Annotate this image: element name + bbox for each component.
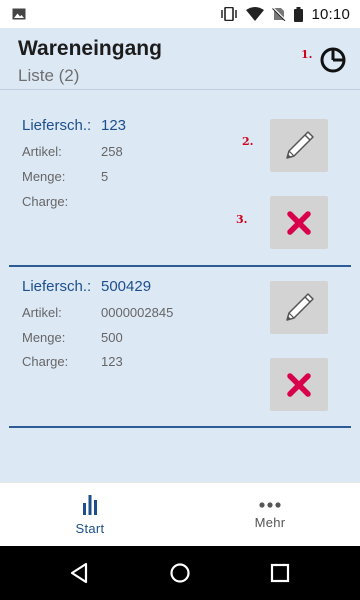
image-icon bbox=[12, 8, 26, 20]
nav-start[interactable]: Start bbox=[0, 483, 180, 547]
home-icon[interactable] bbox=[168, 561, 192, 585]
edit-button[interactable] bbox=[270, 119, 328, 172]
edit-button[interactable] bbox=[270, 281, 328, 334]
nav-mehr-label: Mehr bbox=[254, 514, 286, 530]
wifi-icon bbox=[246, 7, 265, 21]
status-bar: 10:10 bbox=[0, 0, 360, 28]
list-item: Liefersch.: 500429 Artikel: 0000002845 M… bbox=[0, 268, 360, 433]
annotation-2: 2. bbox=[242, 135, 254, 148]
system-nav-bar bbox=[0, 546, 360, 600]
menge-label: Menge: bbox=[22, 330, 66, 345]
pencil-icon bbox=[286, 292, 314, 321]
nav-start-label: Start bbox=[75, 520, 105, 536]
annotation-1: 1. bbox=[301, 48, 313, 61]
artikel-value: 0000002845 bbox=[101, 305, 174, 320]
pie-chart-icon[interactable] bbox=[318, 45, 348, 75]
artikel-label: Artikel: bbox=[22, 144, 62, 159]
clock: 10:10 bbox=[311, 5, 350, 23]
back-icon[interactable] bbox=[68, 561, 92, 585]
delivery-list: Liefersch.: 123 Artikel: 258 Menge: 5 Ch… bbox=[0, 92, 360, 482]
list-item: Liefersch.: 123 Artikel: 258 Menge: 5 Ch… bbox=[0, 92, 360, 268]
delete-button[interactable] bbox=[270, 358, 328, 411]
lieferschein-label: Liefersch.: bbox=[22, 278, 92, 295]
artikel-label: Artikel: bbox=[22, 305, 62, 320]
list-count: Liste (2) bbox=[18, 66, 80, 85]
more-dots-icon bbox=[259, 501, 281, 508]
delete-x-icon bbox=[287, 210, 311, 235]
lieferschein-value: 500429 bbox=[101, 278, 152, 295]
menge-value: 500 bbox=[101, 330, 123, 345]
recents-icon[interactable] bbox=[268, 561, 292, 585]
item-divider bbox=[9, 426, 351, 428]
delete-x-icon bbox=[287, 372, 311, 397]
annotation-3: 3. bbox=[236, 213, 248, 226]
artikel-value: 258 bbox=[101, 144, 123, 159]
charge-value: 123 bbox=[101, 354, 123, 369]
battery-icon bbox=[294, 6, 304, 22]
item-divider bbox=[9, 265, 351, 267]
delete-button[interactable] bbox=[270, 196, 328, 249]
charge-label: Charge: bbox=[22, 194, 69, 209]
page-title: Wareneingang bbox=[18, 37, 162, 60]
lieferschein-value: 123 bbox=[101, 117, 127, 134]
vibrate-icon bbox=[221, 7, 238, 21]
pencil-icon bbox=[286, 130, 314, 159]
charge-label: Charge: bbox=[22, 354, 69, 369]
menge-label: Menge: bbox=[22, 169, 66, 184]
bar-chart-icon bbox=[83, 494, 97, 515]
lieferschein-label: Liefersch.: bbox=[22, 117, 92, 134]
nav-mehr[interactable]: Mehr bbox=[180, 483, 360, 547]
no-sim-icon bbox=[272, 7, 287, 21]
menge-value: 5 bbox=[101, 169, 109, 184]
bottom-nav: Start Mehr bbox=[0, 482, 360, 546]
